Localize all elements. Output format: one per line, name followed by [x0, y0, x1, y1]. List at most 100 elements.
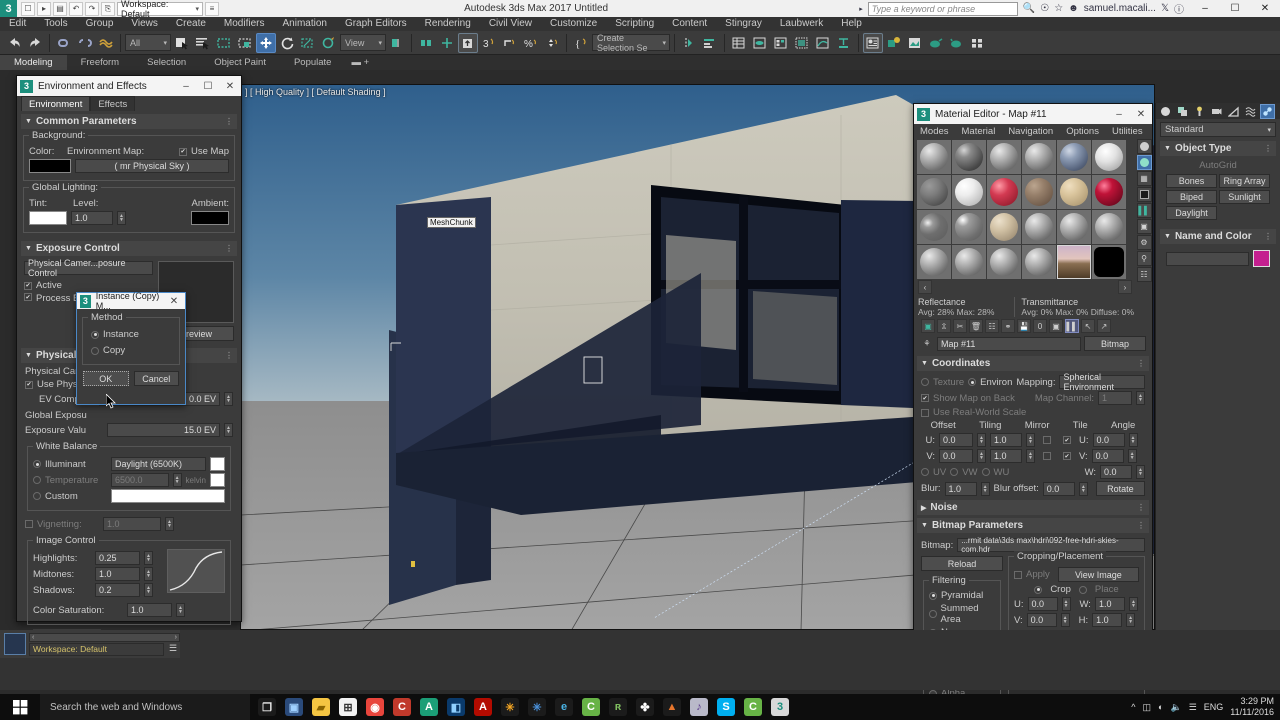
- menu-item-group[interactable]: Group: [77, 17, 123, 31]
- ribbon-tab-modeling[interactable]: Modeling: [0, 55, 67, 70]
- asterisk-orange-icon[interactable]: ✳: [501, 698, 519, 716]
- material-slot[interactable]: [917, 245, 951, 279]
- eyedropper-icon[interactable]: ⚘: [920, 337, 934, 351]
- me-menu-utilities[interactable]: Utilities: [1112, 126, 1143, 137]
- go-forward-to-sibling-icon[interactable]: ↗: [1097, 319, 1111, 333]
- midtones-field[interactable]: 1.0: [95, 567, 140, 581]
- new-file-icon[interactable]: ☐: [21, 1, 35, 16]
- action-center-icon[interactable]: ☰: [1189, 702, 1197, 713]
- material-slot[interactable]: [1057, 210, 1091, 244]
- vignetting-spinner[interactable]: ▲ ▼: [165, 517, 174, 531]
- crop-h-field[interactable]: 1.0: [1092, 613, 1123, 627]
- material-slot[interactable]: [952, 245, 986, 279]
- scroll-right-icon[interactable]: ›: [175, 634, 177, 641]
- tab-environment[interactable]: Environment: [21, 96, 91, 111]
- viewport-layout-icon[interactable]: [4, 633, 26, 655]
- menu-item-modifiers[interactable]: Modifiers: [215, 17, 274, 31]
- rendered-frame-window-icon[interactable]: [905, 33, 925, 53]
- me-menu-navigation[interactable]: Navigation: [1008, 126, 1053, 137]
- acrobat-icon[interactable]: A: [474, 698, 492, 716]
- mirror-v-checkbox[interactable]: [1043, 452, 1051, 460]
- redo-icon[interactable]: ↷: [85, 1, 99, 16]
- snaps-toggle-icon[interactable]: [458, 32, 478, 53]
- temperature-color-swatch[interactable]: [210, 473, 225, 487]
- curve-editor-icon[interactable]: [813, 33, 833, 53]
- material-editor-window[interactable]: 3 Material Editor - Map #11 – ✕ Modes Ma…: [913, 103, 1153, 720]
- tiling-u-field[interactable]: 1.0: [990, 433, 1022, 447]
- scene-explorer-icon[interactable]: [771, 33, 791, 53]
- crop-radio[interactable]: [1034, 585, 1043, 594]
- crop-u-field[interactable]: 0.0: [1027, 597, 1058, 611]
- envfx-close-button[interactable]: ✕: [219, 81, 241, 92]
- render-production-icon[interactable]: [926, 33, 946, 53]
- shadows-field[interactable]: 0.2: [95, 583, 140, 597]
- ring-array-button[interactable]: Ring Array: [1219, 174, 1270, 188]
- environ-radio[interactable]: [968, 378, 977, 386]
- envfx-minimize-button[interactable]: –: [175, 81, 197, 92]
- daylight-button[interactable]: Daylight: [1166, 206, 1217, 220]
- crop-v-field[interactable]: 0.0: [1026, 613, 1057, 627]
- vlc-icon[interactable]: ▲: [663, 698, 681, 716]
- undo-icon[interactable]: ↶: [69, 1, 83, 16]
- vignetting-checkbox[interactable]: [25, 520, 33, 528]
- level-spinner[interactable]: ▲ ▼: [117, 211, 126, 225]
- tiling-u-spinner[interactable]: ▲ ▼: [1026, 433, 1035, 447]
- wifi-icon[interactable]: ◐: [1158, 702, 1163, 712]
- process-background-checkbox[interactable]: [24, 293, 32, 301]
- ambient-color-swatch[interactable]: [191, 211, 229, 225]
- material-id-channel-icon[interactable]: ☷: [1136, 267, 1152, 282]
- apply-checkbox[interactable]: [1014, 570, 1022, 579]
- menu-item-content[interactable]: Content: [663, 17, 716, 31]
- autodesk-360-icon[interactable]: ☉: [1040, 3, 1049, 14]
- workspace-selector[interactable]: Workspace: Default: [117, 0, 203, 19]
- material-editor-close-button[interactable]: ✕: [1130, 109, 1152, 120]
- assign-material-to-selection-icon[interactable]: ✂: [953, 319, 967, 333]
- utilities-icon[interactable]: [1243, 104, 1258, 119]
- instance-dialog-close-button[interactable]: ✕: [163, 296, 185, 307]
- make-unique-icon[interactable]: ⚭: [1001, 319, 1015, 333]
- evernote-icon[interactable]: C: [582, 698, 600, 716]
- rollout-header-common-parameters[interactable]: ▼ Common Parameters ⋮: [21, 114, 237, 129]
- reference-coordinate-system[interactable]: View: [340, 34, 386, 51]
- show-map-on-back-checkbox[interactable]: [921, 394, 929, 402]
- minimize-button[interactable]: –: [1190, 0, 1220, 17]
- rollout-header-name-and-color[interactable]: ▼ Name and Color ⋮: [1160, 229, 1276, 244]
- place-radio[interactable]: [1078, 585, 1087, 594]
- photos-icon[interactable]: ▣: [285, 698, 303, 716]
- select-and-manipulate-icon[interactable]: [437, 33, 457, 53]
- material-slot[interactable]: [1057, 175, 1091, 209]
- select-object-icon[interactable]: [172, 33, 192, 53]
- material-slot[interactable]: [987, 140, 1021, 174]
- angle-u-spinner[interactable]: ▲ ▼: [1128, 433, 1138, 447]
- angle-w-field[interactable]: 0.0: [1100, 465, 1132, 479]
- pyramidal-radio[interactable]: [929, 591, 937, 600]
- rectangular-selection-region-icon[interactable]: [214, 33, 234, 53]
- material-slot[interactable]: [917, 140, 951, 174]
- taskbar-search-input[interactable]: Search the web and Windows: [40, 694, 250, 720]
- render-iterative-icon[interactable]: [947, 33, 967, 53]
- itunes-icon[interactable]: ♪: [690, 698, 708, 716]
- menu-item-civil-view[interactable]: Civil View: [480, 17, 541, 31]
- material-slot[interactable]: [987, 210, 1021, 244]
- menu-item-create[interactable]: Create: [167, 17, 215, 31]
- sketchup-icon[interactable]: ✤: [636, 698, 654, 716]
- save-file-icon[interactable]: ▤: [53, 1, 67, 16]
- rollout-header-exposure-control[interactable]: ▼ Exposure Control ⋮: [21, 241, 237, 256]
- use-map-checkbox[interactable]: [178, 147, 187, 156]
- instance-copy-dialog[interactable]: 3 Instance (Copy) M... ✕ Method Instance…: [76, 291, 186, 405]
- blur-field[interactable]: 1.0: [944, 481, 977, 496]
- tab-effects[interactable]: Effects: [90, 96, 136, 111]
- tile-v-checkbox[interactable]: [1063, 452, 1071, 460]
- undo-icon[interactable]: [4, 33, 24, 53]
- crop-h-spinner[interactable]: ▲ ▼: [1126, 613, 1136, 627]
- material-slot-black[interactable]: [1092, 245, 1126, 279]
- blur-offset-spin[interactable]: ▲ ▼: [1078, 481, 1088, 496]
- autodesk-icon[interactable]: A: [420, 698, 438, 716]
- midtones-spinner[interactable]: ▲ ▼: [144, 567, 153, 581]
- sample-type-icon[interactable]: [1136, 139, 1152, 154]
- backlight-icon[interactable]: [1136, 155, 1152, 170]
- menu-item-tools[interactable]: Tools: [35, 17, 76, 31]
- map-channel-field[interactable]: 1: [1098, 391, 1132, 405]
- menu-item-views[interactable]: Views: [122, 17, 167, 31]
- show-end-result-icon[interactable]: ▌▌: [1065, 319, 1079, 333]
